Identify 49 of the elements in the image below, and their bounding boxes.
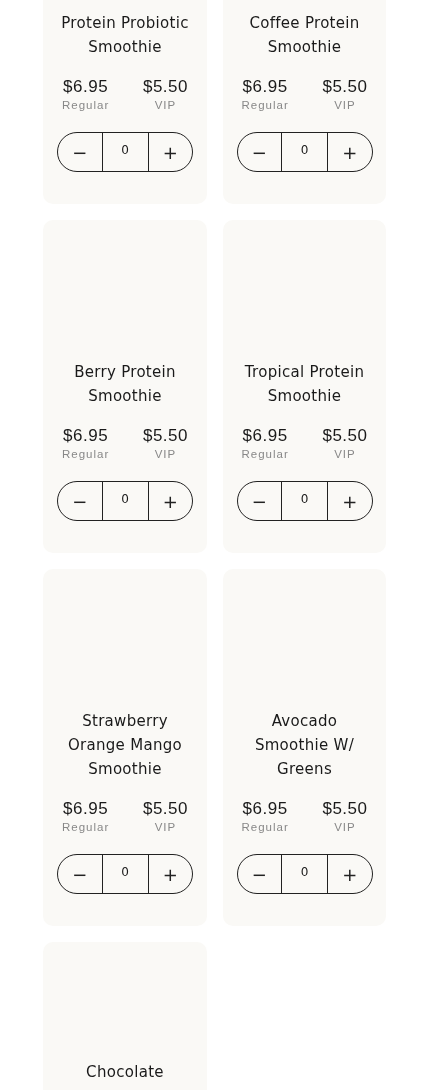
product-name: Coffee Protein Smoothie	[248, 13, 361, 58]
regular-price: $6.95	[63, 799, 109, 819]
quantity-field[interactable]: 0	[281, 855, 328, 893]
price-label: VIP	[154, 98, 177, 113]
price-label: Regular	[241, 447, 289, 462]
vip-price: $5.50	[142, 426, 188, 446]
quantity-field[interactable]: 0	[101, 855, 149, 893]
product-name: Protein Probiotic Smoothie	[60, 13, 190, 58]
regular-price: $6.95	[242, 77, 288, 97]
product-name: Tropical Protein Smoothie	[243, 362, 366, 407]
price-label: VIP	[334, 98, 356, 113]
decrease-button[interactable]: −	[58, 855, 102, 893]
product-name: Strawberry Orange Mango Smoothie	[66, 711, 184, 780]
increase-button[interactable]: +	[328, 482, 372, 520]
increase-button[interactable]: +	[148, 855, 192, 893]
product-name: Avocado Smoothie W/ Greens	[253, 711, 356, 780]
product-name: Chocolate	[86, 1062, 164, 1083]
price-label: Regular	[62, 447, 110, 462]
decrease-button[interactable]: −	[58, 133, 102, 171]
quantity-field[interactable]: 0	[281, 482, 328, 520]
quantity-field[interactable]: 0	[101, 133, 149, 171]
decrease-button[interactable]: −	[58, 482, 102, 520]
regular-price: $6.95	[63, 426, 109, 446]
price-label: VIP	[334, 447, 356, 462]
increase-button[interactable]: +	[328, 855, 372, 893]
regular-price: $6.95	[242, 426, 288, 446]
quantity-field[interactable]: 0	[281, 133, 328, 171]
increase-button[interactable]: +	[148, 133, 192, 171]
decrease-button[interactable]: −	[237, 133, 281, 171]
vip-price: $5.50	[142, 799, 188, 819]
vip-price: $5.50	[322, 799, 368, 819]
price-label: VIP	[154, 820, 177, 835]
product-name: Berry Protein Smoothie	[73, 362, 177, 407]
decrease-button[interactable]: −	[237, 482, 281, 520]
price-label: Regular	[62, 98, 110, 113]
price-label: VIP	[154, 447, 177, 462]
increase-button[interactable]: +	[148, 482, 192, 520]
quantity-field[interactable]: 0	[101, 482, 149, 520]
regular-price: $6.95	[242, 799, 288, 819]
vip-price: $5.50	[322, 77, 368, 97]
price-label: Regular	[241, 820, 289, 835]
price-label: Regular	[241, 98, 289, 113]
price-label: Regular	[62, 820, 110, 835]
regular-price: $6.95	[63, 77, 109, 97]
decrease-button[interactable]: −	[237, 855, 281, 893]
vip-price: $5.50	[142, 77, 188, 97]
increase-button[interactable]: +	[328, 133, 372, 171]
vip-price: $5.50	[322, 426, 368, 446]
price-label: VIP	[334, 820, 356, 835]
